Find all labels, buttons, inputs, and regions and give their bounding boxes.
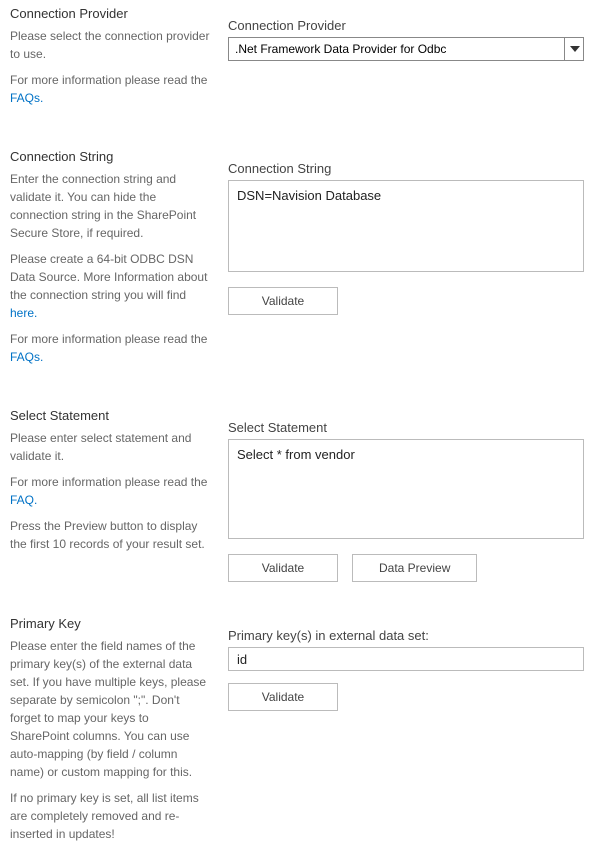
validate-button[interactable]: Validate bbox=[228, 554, 338, 582]
section-connection-string: Connection String Enter the connection s… bbox=[10, 149, 590, 374]
section-primary-key: Primary Key Please enter the field names… bbox=[10, 616, 590, 851]
section-heading: Primary Key bbox=[10, 616, 210, 631]
more-info-prefix: For more information please read the bbox=[10, 332, 207, 346]
faqs-link[interactable]: FAQs. bbox=[10, 91, 43, 105]
section-heading: Select Statement bbox=[10, 408, 210, 423]
button-row: Validate Data Preview bbox=[228, 554, 584, 582]
faq-link[interactable]: FAQ. bbox=[10, 493, 37, 507]
field-label-select: Select Statement bbox=[228, 420, 584, 435]
section-desc-2: If no primary key is set, all list items… bbox=[10, 789, 210, 843]
dsn-desc: Please create a 64-bit ODBC DSN Data Sou… bbox=[10, 250, 210, 322]
section-heading: Connection Provider bbox=[10, 6, 210, 21]
validate-button[interactable]: Validate bbox=[228, 287, 338, 315]
more-info-prefix: For more information please read the bbox=[10, 475, 207, 489]
data-preview-button[interactable]: Data Preview bbox=[352, 554, 477, 582]
here-link[interactable]: here. bbox=[10, 306, 37, 320]
section-right: Primary key(s) in external data set: Val… bbox=[228, 616, 590, 851]
section-desc-1: Please enter the field names of the prim… bbox=[10, 637, 210, 781]
primary-key-input[interactable] bbox=[228, 647, 584, 671]
section-right: Select Statement Validate Data Preview bbox=[228, 408, 590, 582]
button-row: Validate bbox=[228, 287, 584, 315]
button-row: Validate bbox=[228, 683, 584, 711]
section-left: Select Statement Please enter select sta… bbox=[10, 408, 210, 582]
dsn-prefix: Please create a 64-bit ODBC DSN Data Sou… bbox=[10, 252, 207, 302]
section-right: Connection Provider .Net Framework Data … bbox=[228, 6, 590, 115]
section-connection-provider: Connection Provider Please select the co… bbox=[10, 6, 590, 115]
connection-string-input[interactable] bbox=[228, 180, 584, 272]
field-label-provider: Connection Provider bbox=[228, 18, 584, 33]
section-more-info: For more information please read the FAQ… bbox=[10, 71, 210, 107]
provider-select[interactable]: .Net Framework Data Provider for Odbc bbox=[228, 37, 584, 61]
section-heading: Connection String bbox=[10, 149, 210, 164]
section-left: Connection Provider Please select the co… bbox=[10, 6, 210, 115]
section-more-info: For more information please read the FAQ… bbox=[10, 330, 210, 366]
validate-button[interactable]: Validate bbox=[228, 683, 338, 711]
select-statement-input[interactable] bbox=[228, 439, 584, 539]
section-right: Connection String Validate bbox=[228, 149, 590, 374]
faqs-link[interactable]: FAQs. bbox=[10, 350, 43, 364]
section-left: Primary Key Please enter the field names… bbox=[10, 616, 210, 851]
section-more-info: For more information please read the FAQ… bbox=[10, 473, 210, 509]
field-label-pk: Primary key(s) in external data set: bbox=[228, 628, 584, 643]
provider-select-wrap: .Net Framework Data Provider for Odbc bbox=[228, 37, 584, 61]
section-select-statement: Select Statement Please enter select sta… bbox=[10, 408, 590, 582]
section-left: Connection String Enter the connection s… bbox=[10, 149, 210, 374]
preview-desc: Press the Preview button to display the … bbox=[10, 517, 210, 553]
field-label-connstr: Connection String bbox=[228, 161, 584, 176]
section-desc: Enter the connection string and validate… bbox=[10, 170, 210, 242]
section-desc: Please enter select statement and valida… bbox=[10, 429, 210, 465]
more-info-prefix: For more information please read the bbox=[10, 73, 207, 87]
section-desc: Please select the connection provider to… bbox=[10, 27, 210, 63]
